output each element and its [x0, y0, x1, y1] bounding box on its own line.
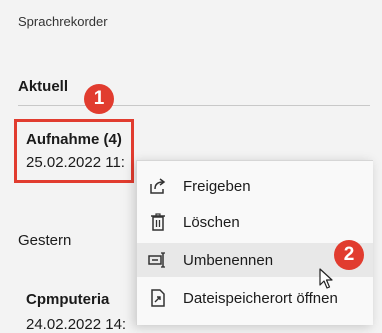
annotation-badge-2: 2	[334, 240, 364, 270]
section-header-current: Aktuell	[18, 78, 69, 95]
menu-item-label: Umbenennen	[183, 251, 274, 269]
menu-item-share[interactable]: Freigeben	[137, 169, 373, 203]
menu-item-label: Löschen	[183, 213, 240, 231]
share-icon	[147, 175, 169, 197]
app-title: Sprachrekorder	[18, 14, 108, 29]
section-divider	[18, 105, 370, 106]
trash-icon	[147, 211, 169, 233]
open-file-location-icon	[147, 287, 169, 309]
section-header-yesterday: Gestern	[18, 232, 72, 249]
mouse-cursor-icon	[319, 268, 333, 289]
menu-item-open-location[interactable]: Dateispeicherort öffnen	[137, 281, 373, 315]
recording-title[interactable]: Cpmputeria	[26, 291, 109, 308]
recording-date: 25.02.2022 11:	[26, 154, 125, 171]
recording-item-highlight[interactable]	[14, 119, 134, 183]
rename-icon	[147, 249, 169, 271]
annotation-badge-1: 1	[84, 84, 114, 114]
menu-item-delete[interactable]: Löschen	[137, 205, 373, 239]
context-menu: Freigeben Löschen Umbenennen Dateispeich…	[136, 160, 373, 325]
recording-title[interactable]: Aufnahme (4)	[26, 131, 122, 148]
menu-item-label: Dateispeicherort öffnen	[183, 289, 338, 307]
menu-item-label: Freigeben	[183, 177, 251, 195]
